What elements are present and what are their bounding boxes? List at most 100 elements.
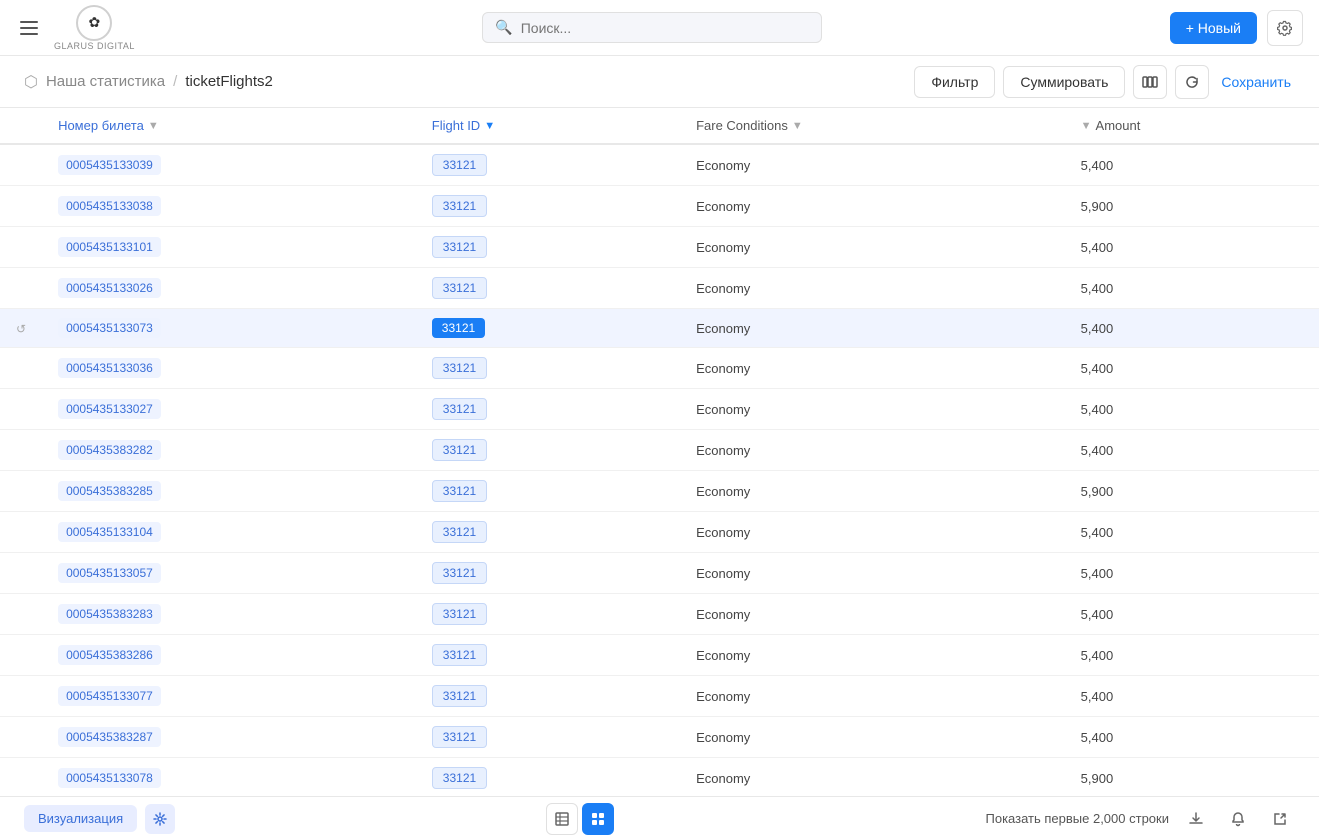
menu-button[interactable] — [16, 17, 42, 39]
navbar-center: 🔍 — [135, 12, 1170, 43]
table-row: 000543513302733121Economy5,400 — [0, 389, 1319, 430]
cell-flight: 33121 — [416, 348, 680, 389]
row-expand[interactable] — [0, 348, 42, 389]
cell-fare: Economy — [680, 268, 1065, 309]
flight-badge: 33121 — [432, 480, 487, 502]
row-expand[interactable] — [0, 717, 42, 758]
bottom-left: Визуализация — [24, 804, 175, 834]
cell-fare: Economy — [680, 309, 1065, 348]
col-flight[interactable]: Flight ID ▼ — [416, 108, 680, 144]
filter-button[interactable]: Фильтр — [914, 66, 995, 98]
row-expand[interactable] — [0, 268, 42, 309]
cell-ticket: 0005435133038 — [42, 186, 416, 227]
col-flight-sort: ▼ — [484, 120, 495, 132]
ticket-badge: 0005435133077 — [58, 686, 161, 706]
cell-amount: 5,400 — [1065, 144, 1319, 186]
col-amount[interactable]: ▼ Amount — [1065, 108, 1319, 144]
ticket-badge: 0005435383282 — [58, 440, 161, 460]
cell-fare: Economy — [680, 512, 1065, 553]
expand-icon[interactable]: ↺ — [16, 322, 26, 336]
row-expand[interactable] — [0, 553, 42, 594]
col-ticket[interactable]: Номер билета ▼ — [42, 108, 416, 144]
flight-badge: 33121 — [432, 357, 487, 379]
cell-fare: Economy — [680, 553, 1065, 594]
cell-flight: 33121 — [416, 471, 680, 512]
row-expand[interactable] — [0, 227, 42, 268]
breadcrumb-separator: / — [173, 73, 177, 90]
table-row: 000543513305733121Economy5,400 — [0, 553, 1319, 594]
table-row: 000543538328633121Economy5,400 — [0, 635, 1319, 676]
export-button[interactable] — [1265, 804, 1295, 834]
bottom-bar: Визуализация Показать — [0, 796, 1319, 840]
cell-flight: 33121 — [416, 717, 680, 758]
search-icon: 🔍 — [495, 19, 512, 36]
breadcrumb-icon: ⬡ — [24, 72, 38, 92]
cell-ticket: 0005435133101 — [42, 227, 416, 268]
navbar-right: + Новый — [1170, 10, 1303, 46]
row-expand[interactable] — [0, 512, 42, 553]
flight-badge: 33121 — [432, 236, 487, 258]
ticket-badge: 0005435383287 — [58, 727, 161, 747]
summarize-button[interactable]: Суммировать — [1003, 66, 1125, 98]
cell-fare: Economy — [680, 348, 1065, 389]
breadcrumb: ⬡ Наша статистика / ticketFlights2 — [24, 72, 273, 92]
columns-icon — [1142, 74, 1158, 90]
table-row: 000543513307733121Economy5,400 — [0, 676, 1319, 717]
table-row: 000543513302633121Economy5,400 — [0, 268, 1319, 309]
breadcrumb-parent[interactable]: Наша статистика — [46, 73, 165, 90]
table-row: 000543538328533121Economy5,900 — [0, 471, 1319, 512]
refresh-icon — [1184, 74, 1200, 90]
row-expand[interactable] — [0, 430, 42, 471]
table-row: 000543513307833121Economy5,900 — [0, 758, 1319, 797]
ticket-badge: 0005435383285 — [58, 481, 161, 501]
table-row: 000543538328333121Economy5,400 — [0, 594, 1319, 635]
cell-amount: 5,400 — [1065, 717, 1319, 758]
row-expand[interactable] — [0, 144, 42, 186]
ticket-badge: 0005435383286 — [58, 645, 161, 665]
cell-amount: 5,400 — [1065, 227, 1319, 268]
cell-fare: Economy — [680, 186, 1065, 227]
ticket-badge: 0005435133036 — [58, 358, 161, 378]
settings-icon — [153, 812, 167, 826]
notification-button[interactable] — [1223, 804, 1253, 834]
cell-amount: 5,400 — [1065, 430, 1319, 471]
table-row: 000543513303833121Economy5,900 — [0, 186, 1319, 227]
table-view-button[interactable] — [546, 803, 578, 835]
refresh-button[interactable] — [1175, 65, 1209, 99]
cell-fare: Economy — [680, 389, 1065, 430]
table-row: 000543513310433121Economy5,400 — [0, 512, 1319, 553]
row-expand[interactable] — [0, 758, 42, 797]
col-fare[interactable]: Fare Conditions ▼ — [680, 108, 1065, 144]
row-expand[interactable] — [0, 186, 42, 227]
ticket-badge: 0005435133101 — [58, 237, 161, 257]
col-fare-sort: ▼ — [792, 120, 803, 132]
table-container[interactable]: Номер билета ▼ Flight ID ▼ Fare Conditio… — [0, 108, 1319, 796]
cell-flight: 33121 — [416, 758, 680, 797]
navbar-left: ✿ GLARUS DIGITAL — [16, 5, 135, 51]
new-button[interactable]: + Новый — [1170, 12, 1257, 44]
cell-amount: 5,400 — [1065, 635, 1319, 676]
visualize-button[interactable]: Визуализация — [24, 805, 137, 832]
row-expand[interactable]: ↺ — [0, 309, 42, 348]
row-expand[interactable] — [0, 676, 42, 717]
cell-flight: 33121 — [416, 635, 680, 676]
cell-ticket: 0005435133057 — [42, 553, 416, 594]
cell-fare: Economy — [680, 676, 1065, 717]
cell-flight: 33121 — [416, 144, 680, 186]
row-expand[interactable] — [0, 471, 42, 512]
settings-button[interactable] — [1267, 10, 1303, 46]
download-button[interactable] — [1181, 804, 1211, 834]
export-icon — [1272, 811, 1288, 827]
ticket-badge: 0005435133026 — [58, 278, 161, 298]
grid-view-button[interactable] — [582, 803, 614, 835]
columns-button[interactable] — [1133, 65, 1167, 99]
row-expand[interactable] — [0, 594, 42, 635]
cell-fare: Economy — [680, 144, 1065, 186]
visualize-settings-button[interactable] — [145, 804, 175, 834]
row-expand[interactable] — [0, 389, 42, 430]
cell-fare: Economy — [680, 471, 1065, 512]
search-input[interactable] — [521, 20, 810, 36]
cell-ticket: 0005435383286 — [42, 635, 416, 676]
save-button[interactable]: Сохранить — [1217, 74, 1295, 90]
row-expand[interactable] — [0, 635, 42, 676]
